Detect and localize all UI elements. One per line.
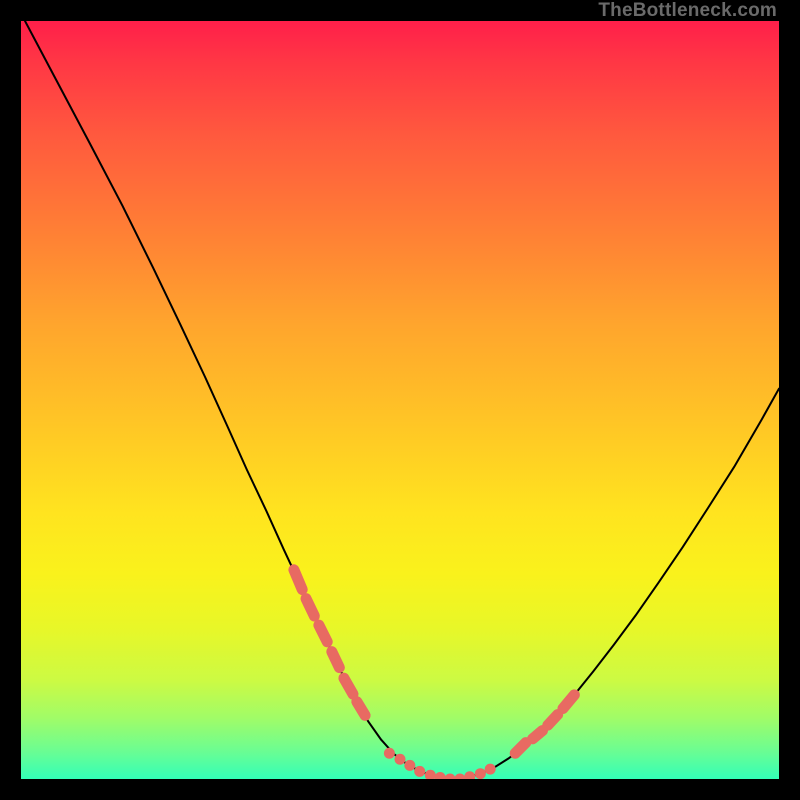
highlight-dash <box>548 715 558 726</box>
curve-left-curve <box>21 21 453 779</box>
highlight-dot <box>485 764 496 775</box>
highlight-dash <box>344 678 353 694</box>
highlight-dash <box>563 695 574 709</box>
highlight-dot <box>404 760 415 771</box>
watermark-text: TheBottleneck.com <box>598 0 777 22</box>
highlight-dash <box>533 730 543 738</box>
highlight-dot <box>464 771 475 779</box>
highlight-dot <box>425 770 436 779</box>
chart-frame <box>21 21 779 779</box>
highlight-dash <box>515 743 526 754</box>
curve-right-curve <box>453 389 779 779</box>
highlight-dash <box>294 570 302 590</box>
highlight-dots <box>384 748 496 779</box>
highlight-dot <box>475 768 486 779</box>
highlight-dot <box>395 754 406 765</box>
highlight-dash <box>306 599 314 616</box>
highlight-dot <box>384 748 395 759</box>
highlight-dot <box>414 766 425 777</box>
highlight-dot <box>435 772 446 779</box>
highlight-dot <box>454 774 465 780</box>
curve-lines <box>21 21 779 779</box>
highlight-dashes <box>294 570 574 753</box>
chart-svg <box>21 21 779 779</box>
highlight-dash <box>332 652 340 668</box>
highlight-dash <box>357 702 365 716</box>
highlight-dash <box>319 625 327 642</box>
highlight-dot <box>445 774 456 780</box>
